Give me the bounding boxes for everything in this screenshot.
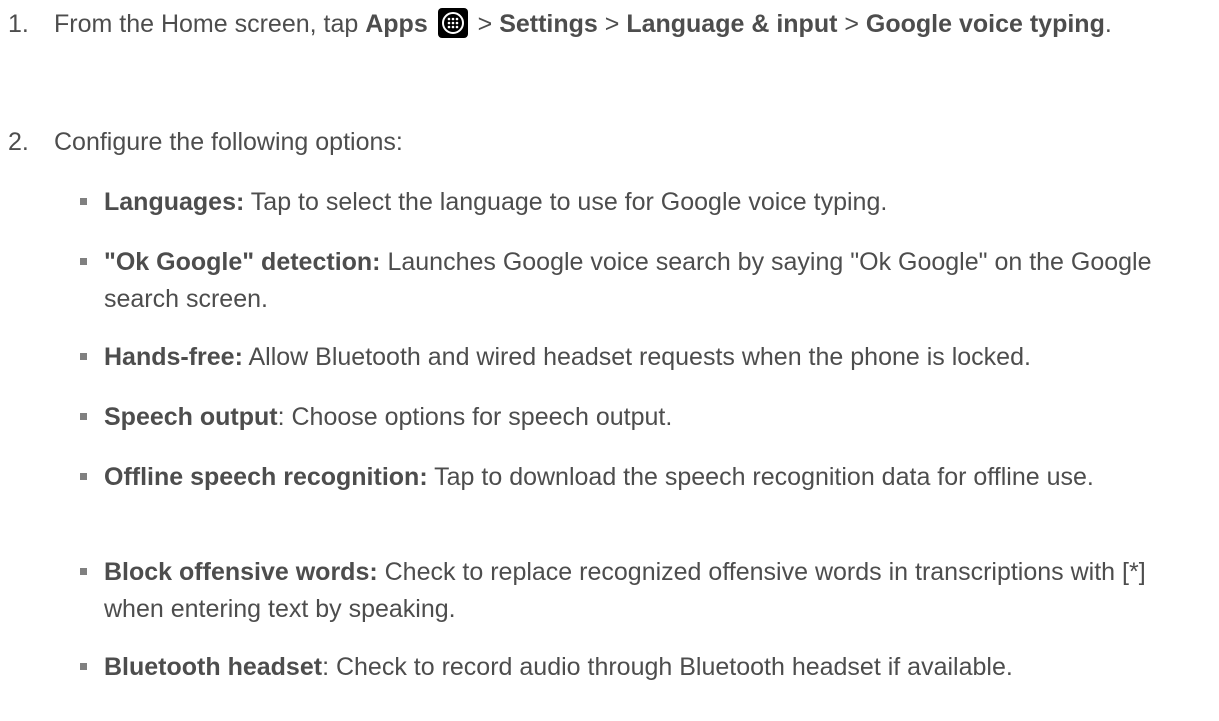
separator: > — [470, 10, 500, 38]
bullet-icon — [80, 473, 87, 480]
settings-label: Settings — [499, 10, 598, 38]
option-name: Languages: — [104, 188, 245, 216]
option-name: "Ok Google" detection: — [104, 248, 381, 276]
step-number: 2. — [8, 128, 29, 156]
bullet-icon — [80, 413, 87, 420]
step-text: From the Home screen, tap Apps > Setting… — [54, 6, 1199, 43]
option-text: Speech output: Choose options for speech… — [104, 399, 1199, 436]
option-name: Hands-free: — [104, 343, 243, 371]
option-text: Block offensive words: Check to replace … — [104, 554, 1199, 628]
option-text: Hands-free: Allow Bluetooth and wired he… — [104, 339, 1199, 376]
step-1-suffix: . — [1104, 10, 1112, 38]
step-1-prefix: From the Home screen, tap — [54, 10, 366, 38]
option-item-ok-google-detection: "Ok Google" detection: Launches Google v… — [80, 244, 1199, 318]
option-description: Allow Bluetooth and wired headset reques… — [242, 343, 1031, 371]
option-description: Tap to download the speech recognition d… — [427, 463, 1094, 491]
option-text: Offline speech recognition: Tap to downl… — [104, 459, 1199, 496]
option-item-languages: Languages: Tap to select the language to… — [80, 184, 1199, 221]
bullet-icon — [80, 663, 87, 670]
bullet-icon — [80, 198, 87, 205]
option-text: Languages: Tap to select the language to… — [104, 184, 1199, 221]
separator: > — [597, 10, 627, 38]
step-text: Configure the following options: — [54, 128, 403, 156]
bullet-icon — [80, 568, 87, 575]
option-item-block-offensive-words: Block offensive words: Check to replace … — [80, 554, 1199, 628]
option-name: Block offensive words: — [104, 558, 378, 586]
option-name: Speech output — [104, 403, 278, 431]
instructions-document: 1. From the Home screen, tap Apps > Sett… — [0, 0, 1219, 721]
separator: > — [837, 10, 866, 38]
bullet-icon — [80, 258, 87, 265]
option-description: Tap to select the language to use for Go… — [244, 188, 888, 216]
option-item-speech-output: Speech output: Choose options for speech… — [80, 399, 1199, 436]
step-1: 1. From the Home screen, tap Apps > Sett… — [8, 6, 1199, 43]
step-number: 1. — [8, 10, 29, 38]
bullet-icon — [80, 353, 87, 360]
apps-label: Apps — [365, 10, 428, 38]
step-2: 2. Configure the following options: — [8, 124, 1199, 161]
option-text: Bluetooth headset: Check to record audio… — [104, 649, 1199, 686]
option-description: : Choose options for speech output. — [277, 403, 673, 431]
option-text: "Ok Google" detection: Launches Google v… — [104, 244, 1199, 318]
apps-icon — [437, 8, 468, 38]
option-item-offline-speech-recognition: Offline speech recognition: Tap to downl… — [80, 459, 1199, 496]
option-item-hands-free: Hands-free: Allow Bluetooth and wired he… — [80, 339, 1199, 376]
option-item-bluetooth-headset: Bluetooth headset: Check to record audio… — [80, 649, 1199, 686]
language-input-label: Language & input — [626, 10, 838, 38]
option-name: Bluetooth headset — [104, 653, 323, 681]
google-voice-typing-label: Google voice typing — [865, 10, 1105, 38]
option-name: Offline speech recognition: — [104, 463, 428, 491]
option-description: : Check to record audio through Bluetoot… — [322, 653, 1013, 681]
